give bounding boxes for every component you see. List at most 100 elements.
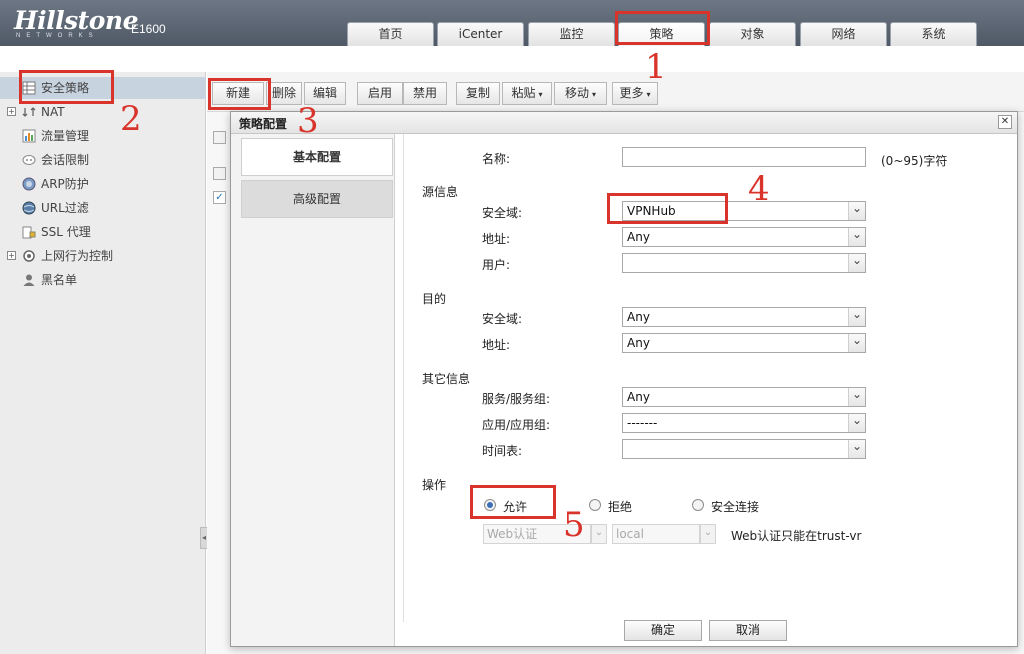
cancel-button[interactable]: 取消 <box>709 620 787 641</box>
dialog-nav: 基本配置 高级配置 <box>231 134 395 646</box>
tab-system[interactable]: 系统 <box>890 22 977 46</box>
tab-home[interactable]: 首页 <box>347 22 434 46</box>
session-icon <box>22 155 36 165</box>
expand-icon[interactable]: + <box>7 251 16 260</box>
schedule-label: 时间表: <box>482 444 523 458</box>
tab-advanced-config[interactable]: 高级配置 <box>241 180 393 218</box>
chevron-down-icon: ▾ <box>592 90 597 99</box>
sidebar-item-ssl-proxy[interactable]: SSL 代理 <box>0 221 206 243</box>
row-checkbox[interactable] <box>213 131 226 144</box>
chevron-down-icon: ⌄ <box>591 524 607 544</box>
user-icon <box>23 274 35 286</box>
tab-basic-config[interactable]: 基本配置 <box>241 138 393 176</box>
close-icon[interactable]: ✕ <box>998 115 1012 129</box>
deny-radio[interactable] <box>589 499 601 511</box>
src-addr-label: 地址: <box>482 232 511 246</box>
enable-button[interactable]: 启用 <box>357 82 403 105</box>
paste-label: 粘贴 <box>511 86 536 100</box>
sidebar-item-label: URL过滤 <box>41 201 89 215</box>
sidebar-item-blacklist[interactable]: 黑名单 <box>0 269 206 291</box>
hillstone-logo: Hillstone <box>14 6 139 35</box>
traffic-icon <box>22 129 36 143</box>
sidebar-item-session-limit[interactable]: 会话限制 <box>0 149 206 171</box>
sidebar-item-label: NAT <box>41 105 65 119</box>
chevron-down-icon: ▾ <box>646 90 651 99</box>
row-checkbox[interactable]: ✓ <box>213 191 226 204</box>
tab-object[interactable]: 对象 <box>709 22 796 46</box>
deny-label: 拒绝 <box>608 500 633 514</box>
name-label: 名称: <box>482 152 511 166</box>
paste-button[interactable]: 粘贴 ▾ <box>502 82 552 105</box>
app-label: 应用/应用组: <box>482 418 551 432</box>
device-model: E1600 <box>131 22 166 36</box>
more-label: 更多 <box>619 86 644 100</box>
secure-connect-label: 安全连接 <box>711 500 760 514</box>
dialog-titlebar: 策略配置 ✕ <box>231 112 1017 134</box>
web-auth-note: Web认证只能在trust-vr <box>731 529 862 543</box>
tab-network[interactable]: 网络 <box>800 22 887 46</box>
move-button[interactable]: 移动 ▾ <box>554 82 607 105</box>
annotation-number: 5 <box>563 505 585 545</box>
sidebar-item-label: ARP防护 <box>41 177 89 191</box>
policy-toolbar: 新建 删除 编辑 启用 禁用 复制 粘贴 ▾ 移动 ▾ 更多 ▾ <box>207 72 1024 112</box>
source-section-title: 源信息 <box>422 185 459 199</box>
shield-icon <box>22 177 36 191</box>
sidebar-item-label: 流量管理 <box>41 129 90 143</box>
dst-addr-label: 地址: <box>482 338 511 352</box>
action-section-title: 操作 <box>422 478 447 492</box>
behavior-icon <box>23 250 35 262</box>
name-hint: (0~95)字符 <box>881 154 948 168</box>
chevron-down-icon: ▾ <box>538 90 543 99</box>
disable-button[interactable]: 禁用 <box>403 82 447 105</box>
annotation-number: 2 <box>120 99 142 139</box>
copy-button[interactable]: 复制 <box>456 82 500 105</box>
logo-subtitle: NETWORKS <box>16 33 99 39</box>
highlight-box-source-zone <box>607 193 728 224</box>
row-checkbox[interactable] <box>213 167 226 180</box>
ok-button[interactable]: 确定 <box>624 620 702 641</box>
highlight-box-new-button <box>208 78 271 110</box>
schedule-select[interactable] <box>622 439 866 459</box>
highlight-box-permit <box>470 485 556 519</box>
sidebar-item-label: 黑名单 <box>41 273 78 287</box>
dst-zone-label: 安全域: <box>482 312 523 326</box>
sidebar-item-label: 上网行为控制 <box>41 249 114 263</box>
sidebar-item-traffic[interactable]: 流量管理 <box>0 125 206 147</box>
top-header: Hillstone NETWORKS E1600 首页 iCenter 监控 策… <box>0 0 1024 46</box>
name-field[interactable] <box>622 147 866 167</box>
sidebar-item-label: SSL 代理 <box>41 225 91 239</box>
sidebar-item-url-filter[interactable]: URL过滤 <box>0 197 206 219</box>
service-select[interactable]: Any <box>622 387 866 407</box>
service-label: 服务/服务组: <box>482 392 551 406</box>
divider <box>403 134 404 622</box>
policy-config-dialog: 策略配置 ✕ 基本配置 高级配置 名称: (0~95)字符 源信息 安全域: V… <box>230 111 1018 647</box>
highlight-box-security-policy <box>19 70 114 104</box>
dst-zone-select[interactable]: Any <box>622 307 866 327</box>
move-label: 移动 <box>564 86 589 100</box>
globe-icon <box>22 201 36 215</box>
local-select: local <box>612 524 700 544</box>
sidebar-item-behavior-control[interactable]: + 上网行为控制 <box>0 245 206 267</box>
src-user-label: 用户: <box>482 258 511 272</box>
sidebar-item-label: 会话限制 <box>41 153 90 167</box>
annotation-number: 3 <box>297 101 319 141</box>
chevron-down-icon: ⌄ <box>700 524 716 544</box>
dest-section-title: 目的 <box>422 292 447 306</box>
left-sidebar: 安全策略 + NAT 流量管理 会话限制 ARP防护 URL过滤 SSL 代理 … <box>0 72 208 654</box>
highlight-box-policy-tab <box>615 11 710 45</box>
dst-addr-select[interactable]: Any <box>622 333 866 353</box>
sidebar-item-nat[interactable]: + NAT <box>0 101 206 123</box>
expand-icon[interactable]: + <box>7 107 16 116</box>
sidebar-item-arp[interactable]: ARP防护 <box>0 173 206 195</box>
nat-icon <box>22 107 36 117</box>
src-addr-select[interactable]: Any <box>622 227 866 247</box>
secure-connect-radio[interactable] <box>692 499 704 511</box>
annotation-number: 1 <box>645 47 667 87</box>
annotation-number: 4 <box>748 169 770 209</box>
src-zone-label: 安全域: <box>482 206 523 220</box>
tab-icenter[interactable]: iCenter <box>437 22 524 46</box>
src-user-select[interactable] <box>622 253 866 273</box>
other-section-title: 其它信息 <box>422 372 471 386</box>
app-select[interactable]: ------- <box>622 413 866 433</box>
tab-monitor[interactable]: 监控 <box>528 22 615 46</box>
